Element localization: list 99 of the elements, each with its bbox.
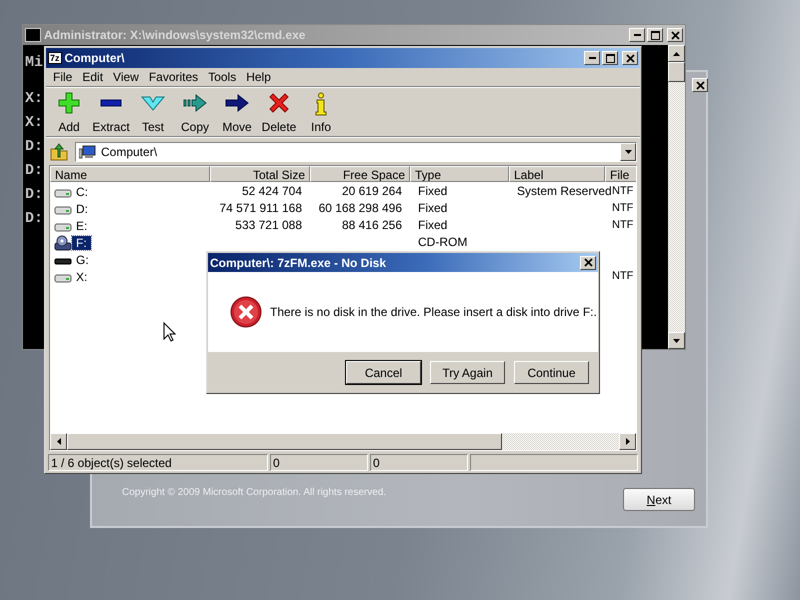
menu-item[interactable]: Edit <box>77 70 108 84</box>
console-line: D: <box>25 185 44 205</box>
table-cell-text: NTF <box>611 270 634 282</box>
error-icon <box>230 296 262 328</box>
window-title: Computer\ <box>64 51 126 65</box>
minimize-button[interactable] <box>629 28 645 42</box>
column-header[interactable]: Name <box>50 166 210 182</box>
minimize-button[interactable] <box>584 51 600 65</box>
table-cell-text: 533 721 088 <box>234 218 303 232</box>
console-line: D: <box>25 137 44 157</box>
dialog-button[interactable]: Try Again <box>430 361 505 384</box>
menu-item[interactable]: Favorites <box>144 70 204 84</box>
copyright-text: Copyright © 2009 Microsoft Corporation. All rights reserved. <box>122 487 386 498</box>
error-message: There is no disk in the drive. Please insert a disk into drive F:. <box>270 305 597 319</box>
arrow-left-icon <box>56 438 60 445</box>
arrow-up-icon <box>673 52 680 56</box>
maximize-icon <box>650 30 660 40</box>
scrollbar-thumb[interactable] <box>668 62 685 82</box>
app-logo: 7z <box>48 52 62 64</box>
scroll-down-button[interactable] <box>668 332 685 349</box>
table-cell-text: 60 168 298 496 <box>318 201 403 215</box>
close-icon <box>696 80 704 90</box>
table-cell-text: 74 571 911 168 <box>218 201 303 215</box>
menu-item[interactable]: File <box>48 70 78 84</box>
arrow-down-icon <box>673 338 680 342</box>
folder-up-icon[interactable] <box>49 143 69 161</box>
toolbar-button[interactable]: Add <box>48 90 90 134</box>
maximize-button[interactable] <box>647 28 663 42</box>
vertical-scrollbar[interactable] <box>668 45 685 349</box>
console-line: X: <box>25 113 44 133</box>
delete-icon <box>268 92 290 114</box>
table-cell-text: Fixed <box>417 184 448 198</box>
arrow-icon <box>183 92 207 114</box>
close-button[interactable] <box>667 28 683 42</box>
table-cell-text: 88 416 256 <box>340 218 403 232</box>
arrow-right-icon <box>626 438 630 445</box>
window-title: Administrator: X:\windows\system32\cmd.exe <box>44 28 306 42</box>
address-field[interactable]: Computer\ <box>75 142 637 162</box>
info-icon <box>314 92 328 116</box>
arrow-icon <box>225 92 249 114</box>
close-icon <box>584 258 592 267</box>
scroll-up-button[interactable] <box>668 45 685 62</box>
dialog-title: Computer\: 7zFM.exe - No Disk <box>210 256 388 270</box>
scroll-left-button[interactable] <box>50 433 67 450</box>
table-cell-text: 20 619 264 <box>340 184 403 198</box>
mouse-pointer-icon <box>163 322 176 342</box>
maximize-icon <box>606 54 614 62</box>
console-line: Mi <box>25 53 44 73</box>
table-cell-text: CD-ROM <box>417 235 468 249</box>
table-cell-text: Fixed <box>417 218 448 232</box>
status-text: 0 <box>270 454 368 471</box>
toolbar-button[interactable]: Test <box>132 90 174 134</box>
dialog-button[interactable]: Continue <box>514 361 589 384</box>
column-header[interactable]: Total Size <box>210 166 310 182</box>
next-button[interactable]: Next <box>623 488 695 511</box>
close-icon <box>670 30 680 40</box>
column-header[interactable]: Label <box>509 166 605 182</box>
console-line: X: <box>25 89 44 109</box>
arrow-down-icon <box>624 150 632 154</box>
table-cell-text: NTF <box>611 219 634 231</box>
menu-item[interactable]: Tools <box>203 70 242 84</box>
column-header[interactable]: File <box>605 166 636 182</box>
toolbar-button[interactable]: Move <box>216 90 258 134</box>
close-button[interactable] <box>622 51 638 65</box>
drive-name[interactable]: C: <box>72 184 92 198</box>
disc-drive-icon <box>54 234 72 250</box>
drive-name[interactable]: G: <box>72 252 93 266</box>
dialog-button[interactable]: Cancel <box>346 361 421 384</box>
drive-name[interactable]: D: <box>72 202 92 216</box>
menu-item[interactable]: View <box>108 70 144 84</box>
toolbar-button[interactable]: Copy <box>174 90 216 134</box>
console-line: D: <box>25 161 44 181</box>
status-text: 1 / 6 object(s) selected <box>48 454 268 471</box>
table-cell-text: 52 424 704 <box>240 184 303 198</box>
close-icon <box>626 54 634 62</box>
drive-name[interactable]: X: <box>72 270 92 284</box>
table-cell-text: Fixed <box>417 201 448 215</box>
scrollbar-thumb[interactable] <box>67 433 502 450</box>
dropdown-button[interactable] <box>620 143 636 161</box>
toolbar-button[interactable]: Info <box>300 90 342 134</box>
console-icon <box>25 28 41 42</box>
scroll-right-button[interactable] <box>619 433 636 450</box>
computer-icon <box>79 145 97 159</box>
toolbar-button[interactable]: Extract <box>90 90 132 134</box>
drive-name[interactable]: F: <box>72 236 91 250</box>
table-cell-text: NTF <box>611 185 634 197</box>
drive-name[interactable]: E: <box>72 218 92 232</box>
minimize-icon <box>588 57 596 59</box>
console-line: D: <box>25 209 44 229</box>
close-button[interactable] <box>580 256 596 270</box>
close-button[interactable] <box>692 78 708 92</box>
plus-icon <box>58 92 80 114</box>
status-text: 0 <box>370 454 468 471</box>
minimize-icon <box>634 34 640 36</box>
table-cell-text: NTF <box>611 202 634 214</box>
menu-item[interactable]: Help <box>241 70 276 84</box>
maximize-button[interactable] <box>602 51 618 65</box>
horizontal-scrollbar[interactable] <box>50 433 636 450</box>
toolbar-button[interactable]: Delete <box>258 90 300 134</box>
